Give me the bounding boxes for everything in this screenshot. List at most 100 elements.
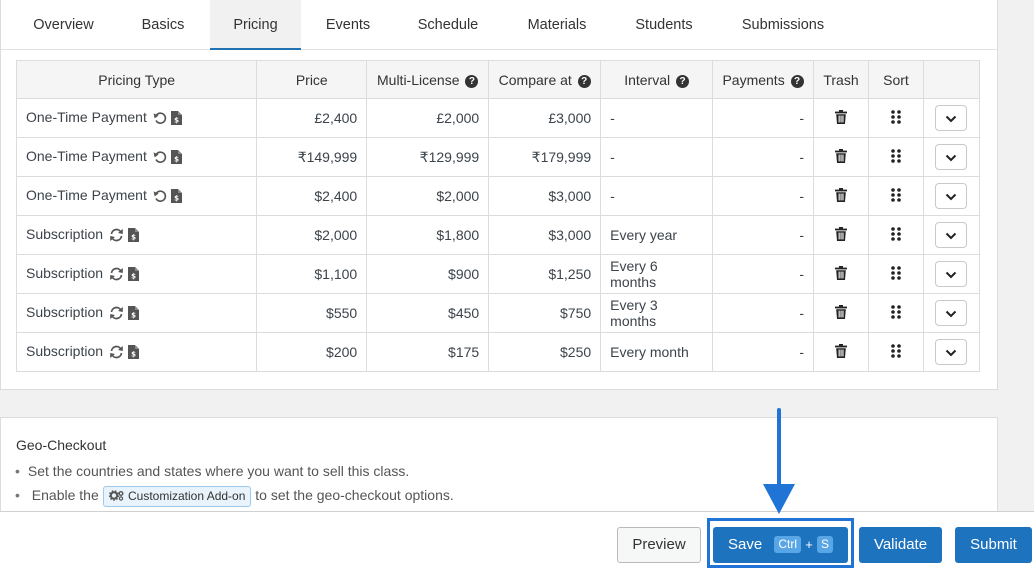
- cell-interval: Every year: [600, 215, 714, 255]
- drag-handle-icon[interactable]: [891, 187, 901, 205]
- cell-payments: -: [712, 215, 815, 255]
- save-button[interactable]: Save Ctrl + S: [713, 527, 848, 563]
- pricing-type-icons: $: [109, 344, 143, 362]
- chevron-down-icon: [945, 149, 957, 165]
- drag-handle-icon[interactable]: [891, 304, 901, 322]
- expand-row-button[interactable]: [935, 261, 968, 287]
- tab-overview[interactable]: Overview: [16, 0, 111, 50]
- cell-pricing-type: One-Time Payment $: [15, 176, 258, 216]
- tab-submissions[interactable]: Submissions: [729, 0, 837, 50]
- question-circle-icon[interactable]: ?: [465, 74, 479, 88]
- table-row: One-Time Payment $ ₹149,999 ₹129,999 ₹179,99…: [15, 137, 981, 177]
- tab-schedule[interactable]: Schedule: [401, 0, 495, 50]
- drag-handle-icon[interactable]: [891, 265, 901, 283]
- cell-sort: [868, 215, 924, 255]
- cell-payments: -: [712, 176, 815, 216]
- table-row: Subscription $ $200 $175 $250 Every month -: [15, 332, 981, 372]
- cell-trash: [813, 332, 869, 372]
- svg-text:$: $: [174, 116, 179, 124]
- pricing-type-label: Subscription: [26, 264, 104, 281]
- header-sort: Sort: [868, 60, 924, 99]
- cell-interval: -: [600, 98, 714, 138]
- cell-multi-license: $900: [366, 254, 490, 294]
- trash-icon[interactable]: [835, 265, 847, 283]
- pricing-type-label: One-Time Payment: [26, 108, 147, 125]
- invoice-icon: $: [128, 344, 143, 362]
- tab-pricing[interactable]: Pricing: [210, 0, 301, 50]
- cell-compare-at: $1,250: [488, 254, 602, 294]
- pricing-type-icons: $: [109, 305, 143, 323]
- cell-trash: [813, 293, 869, 333]
- cell-compare-at: ₹179,999: [488, 137, 602, 177]
- cell-payments: -: [712, 254, 815, 294]
- pricing-type-icons: $: [109, 227, 143, 245]
- header-price: Price: [256, 60, 368, 99]
- tab-events[interactable]: Events: [305, 0, 391, 50]
- expand-row-button[interactable]: [935, 105, 968, 131]
- cell-price: $550: [256, 293, 368, 333]
- header-label: Multi-License: [377, 71, 460, 88]
- question-circle-icon[interactable]: ?: [577, 74, 591, 88]
- drag-handle-icon[interactable]: [891, 343, 901, 361]
- drag-handle-icon[interactable]: [891, 109, 901, 127]
- trash-icon[interactable]: [835, 226, 847, 244]
- svg-text:$: $: [174, 194, 179, 202]
- arrow-down-icon: [763, 408, 795, 514]
- tab-basics[interactable]: Basics: [119, 0, 207, 50]
- header-label: Pricing Type: [98, 71, 176, 88]
- table-row: Subscription $ $2,000 $1,800 $3,000 Every yea…: [15, 215, 981, 255]
- expand-row-button[interactable]: [935, 300, 968, 326]
- chevron-down-icon: [945, 188, 957, 204]
- cell-multi-license: £2,000: [366, 98, 490, 138]
- table-row: Subscription $ $550 $450 $750 Every 3 months -: [15, 293, 981, 333]
- trash-icon[interactable]: [835, 343, 847, 361]
- cell-trash: [813, 254, 869, 294]
- cell-price: ₹149,999: [256, 137, 368, 177]
- sync-icon: [109, 345, 128, 362]
- expand-row-button[interactable]: [935, 144, 968, 170]
- expand-row-button[interactable]: [935, 183, 968, 209]
- trash-icon[interactable]: [835, 187, 847, 205]
- cell-sort: [868, 137, 924, 177]
- cell-compare-at: $3,000: [488, 176, 602, 216]
- expand-row-button[interactable]: [935, 222, 968, 248]
- list-item: Enable the Customization Add-on to set t…: [15, 485, 454, 509]
- sync-icon: [109, 228, 128, 245]
- cell-compare-at: £3,000: [488, 98, 602, 138]
- svg-text:$: $: [131, 272, 136, 280]
- expand-row-button[interactable]: [935, 339, 968, 365]
- table-row: One-Time Payment $ $2,400 $2,000 $3,000- -: [15, 176, 981, 216]
- drag-handle-icon[interactable]: [891, 226, 901, 244]
- header-label: Compare at: [498, 71, 572, 88]
- cell-pricing-type: Subscription $: [15, 293, 258, 333]
- cell-sort: [868, 254, 924, 294]
- trash-icon[interactable]: [835, 148, 847, 166]
- action-bar: Preview Save Ctrl + S Validate Submit: [0, 511, 1034, 573]
- invoice-icon: $: [128, 266, 143, 284]
- preview-button[interactable]: Preview: [617, 527, 701, 563]
- cell-trash: [813, 98, 869, 138]
- tab-students[interactable]: Students: [623, 0, 705, 50]
- question-circle-icon[interactable]: ?: [676, 74, 689, 88]
- question-circle-icon[interactable]: ?: [790, 74, 804, 88]
- cell-price: £2,400: [256, 98, 368, 138]
- tab-materials[interactable]: Materials: [509, 0, 605, 50]
- validate-button[interactable]: Validate: [859, 527, 942, 563]
- customization-addon-link[interactable]: Customization Add-on: [102, 486, 252, 507]
- cell-payments: -: [712, 332, 815, 372]
- submit-button[interactable]: Submit: [955, 527, 1032, 563]
- drag-handle-icon[interactable]: [891, 148, 901, 166]
- cell-sort: [868, 98, 924, 138]
- trash-icon[interactable]: [835, 304, 847, 322]
- cell-pricing-type: Subscription $: [15, 332, 258, 372]
- cell-sort: [868, 293, 924, 333]
- shortcut-plus: +: [805, 537, 813, 552]
- cell-sort: [868, 332, 924, 372]
- shortcut-key: Ctrl: [774, 536, 802, 553]
- pricing-type-label: One-Time Payment: [26, 186, 147, 203]
- undo-icon: [153, 150, 171, 167]
- cell-multi-license: ₹129,999: [366, 137, 490, 177]
- pricing-panel: Overview Basics Pricing Events Schedule …: [0, 0, 998, 390]
- header-compare-at: Compare at ?: [488, 60, 602, 99]
- trash-icon[interactable]: [835, 109, 847, 127]
